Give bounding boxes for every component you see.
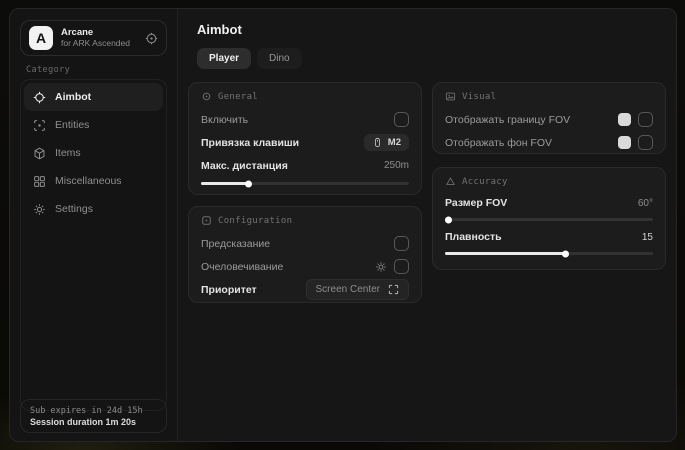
sidebar-item-label: Miscellaneous [55, 175, 122, 187]
fov-border-label: Отображать границу FOV [445, 114, 570, 126]
tab-dino[interactable]: Dino [257, 48, 302, 69]
gear-icon [33, 203, 46, 216]
sidebar: A Arcane for ARK Ascended Category [10, 9, 178, 441]
sidebar-item-aimbot[interactable]: Aimbot [24, 83, 163, 111]
humanization-checkbox[interactable] [394, 259, 409, 274]
keybind-value: M2 [388, 137, 401, 148]
card-title: Accuracy [462, 177, 508, 187]
keybind-button[interactable]: M2 [364, 134, 409, 151]
frame-dot-icon [201, 215, 212, 226]
scan-icon [33, 119, 46, 132]
card-title: General [218, 92, 258, 102]
fov-background-color-swatch[interactable] [618, 136, 631, 149]
prediction-label: Предсказание [201, 238, 270, 250]
tab-bar: Player Dino [197, 48, 302, 69]
target-icon [201, 91, 212, 102]
fov-size-slider[interactable] [445, 218, 653, 221]
triangle-icon [445, 176, 456, 187]
priority-dropdown[interactable]: Screen Center [306, 279, 409, 300]
max-distance-slider[interactable] [201, 182, 409, 185]
fov-border-color-swatch[interactable] [618, 113, 631, 126]
fov-size-label: Размер FOV [445, 197, 507, 209]
sidebar-item-items[interactable]: Items [24, 139, 163, 167]
smoothness-label: Плавность [445, 231, 502, 243]
card-title: Visual [462, 92, 496, 102]
category-label: Category [26, 65, 70, 75]
tab-player[interactable]: Player [197, 48, 251, 69]
sub-expires-text: Sub expires in 24d 15h [30, 406, 157, 416]
page-title: Aimbot [197, 22, 242, 37]
brand-card: A Arcane for ARK Ascended [20, 20, 167, 56]
card-visual: Visual Отображать границу FOV Отображать… [432, 82, 666, 154]
box-icon [33, 147, 46, 160]
sidebar-item-label: Entities [55, 119, 89, 131]
fov-border-checkbox[interactable] [638, 112, 653, 127]
app-logo: A [29, 26, 53, 50]
humanization-label: Очеловечивание [201, 261, 283, 273]
crosshair-icon [33, 91, 46, 104]
session-duration-text: Session duration 1m 20s [30, 417, 157, 427]
image-icon [445, 91, 456, 102]
priority-label: Приоритет [201, 284, 257, 296]
focus-target-icon[interactable] [145, 32, 158, 45]
expand-icon [388, 284, 399, 295]
main-content: Aimbot Player Dino General Включить Прив… [178, 9, 676, 441]
sidebar-item-entities[interactable]: Entities [24, 111, 163, 139]
enable-label: Включить [201, 114, 248, 126]
grid-icon [33, 175, 46, 188]
sidebar-item-miscellaneous[interactable]: Miscellaneous [24, 167, 163, 195]
max-distance-label: Макс. дистанция [201, 160, 288, 172]
priority-value: Screen Center [316, 284, 380, 295]
app-window: A Arcane for ARK Ascended Category [9, 8, 677, 442]
card-general: General Включить Привязка клавиши M2 [188, 82, 422, 195]
smoothness-slider[interactable] [445, 252, 653, 255]
fov-size-value: 60° [638, 198, 653, 209]
sidebar-item-label: Items [55, 147, 81, 159]
sidebar-item-label: Settings [55, 203, 93, 215]
app-name: Arcane [61, 28, 137, 39]
prediction-checkbox[interactable] [394, 236, 409, 251]
humanization-settings-gear-icon[interactable] [375, 261, 387, 273]
sidebar-item-settings[interactable]: Settings [24, 195, 163, 223]
mouse-icon [372, 137, 383, 148]
smoothness-value: 15 [642, 232, 653, 243]
card-configuration: Configuration Предсказание Очеловечивани… [188, 206, 422, 303]
subscription-card: Sub expires in 24d 15h Session duration … [20, 399, 167, 433]
sidebar-item-label: Aimbot [55, 91, 91, 103]
keybind-label: Привязка клавиши [201, 137, 299, 149]
fov-background-checkbox[interactable] [638, 135, 653, 150]
max-distance-value: 250m [384, 160, 409, 171]
fov-background-label: Отображать фон FOV [445, 137, 552, 149]
app-subtitle: for ARK Ascended [61, 39, 137, 49]
card-title: Configuration [218, 216, 292, 226]
sidebar-nav: Aimbot Entities Items [20, 79, 167, 411]
card-accuracy: Accuracy Размер FOV 60° Плавность 15 [432, 167, 666, 270]
enable-checkbox[interactable] [394, 112, 409, 127]
